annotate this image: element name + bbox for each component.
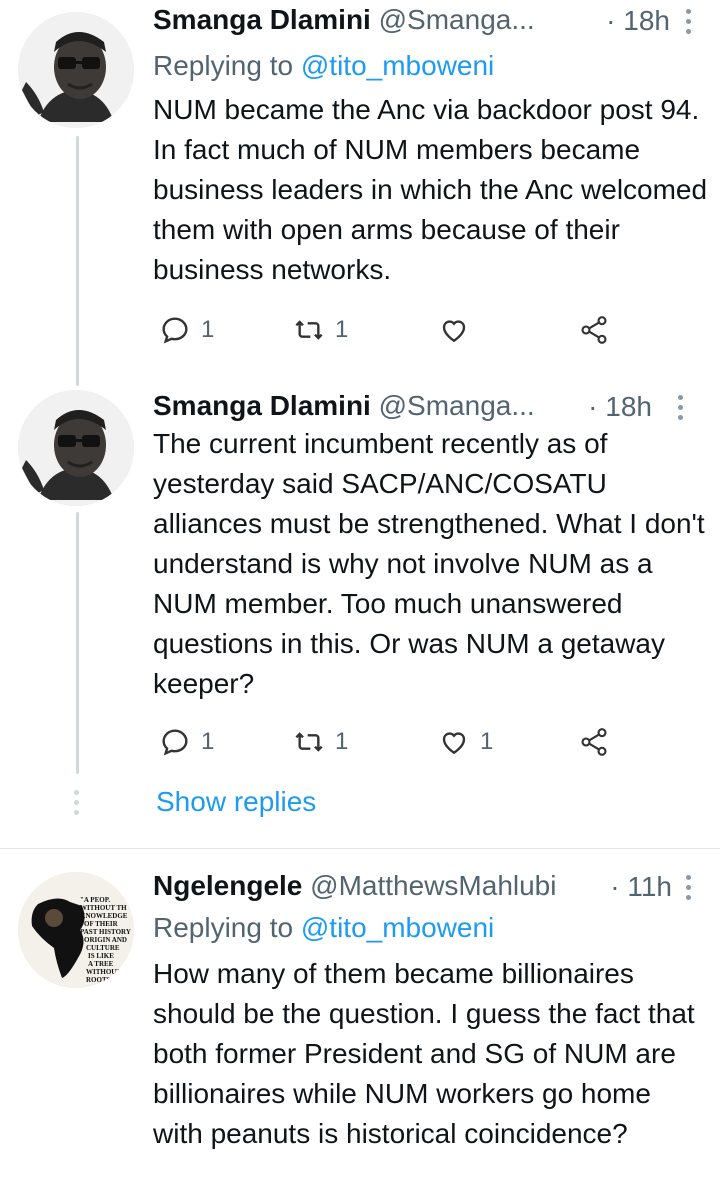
replying-to: Replying to @tito_mboweni	[153, 908, 494, 948]
share-icon	[581, 316, 607, 344]
show-replies-link[interactable]: Show replies	[156, 786, 316, 818]
avatar-africa-quote-image: "A PEOP. WITHOUT TH KNOWLEDGE OF THEIR P…	[18, 872, 134, 988]
author-handle[interactable]: @Smanga...	[379, 390, 535, 421]
avatar-portrait-image	[18, 12, 134, 128]
tweet-2[interactable]: Smanga Dlamini @Smanga... · 18h The curr…	[0, 386, 720, 826]
svg-text:WITHOUT: WITHOUT	[86, 968, 121, 976]
svg-text:ORIGIN AND: ORIGIN AND	[84, 936, 127, 944]
svg-text:KNOWLEDGE: KNOWLEDGE	[80, 912, 128, 920]
author-handle[interactable]: @MatthewsMahlubi	[310, 870, 556, 901]
tweet-text: How many of them became billionaires sho…	[153, 958, 695, 1149]
avatar-smanga[interactable]	[18, 390, 134, 506]
thread-line	[76, 136, 79, 386]
author-name[interactable]: Smanga Dlamini	[153, 4, 371, 35]
retweet-button[interactable]: 1	[293, 720, 348, 764]
reply-button[interactable]: 1	[159, 720, 214, 764]
tweet-actions: 1 1	[153, 308, 633, 352]
tweet-text: NUM became the Anc via backdoor post 94.…	[153, 94, 708, 285]
reply-count: 1	[201, 316, 215, 343]
replying-to-label: Replying to	[153, 50, 301, 81]
like-icon	[442, 320, 466, 343]
tweet-text: The current incumbent recently as of yes…	[153, 428, 705, 699]
avatar-smanga[interactable]	[18, 12, 134, 128]
like-button[interactable]: 1	[438, 720, 493, 764]
retweet-count: 1	[335, 316, 349, 343]
svg-text:CULTURE: CULTURE	[86, 944, 120, 952]
retweet-button[interactable]: 1	[293, 308, 348, 352]
thread-line	[76, 512, 79, 774]
more-icon[interactable]	[678, 395, 686, 425]
more-icon[interactable]	[686, 875, 694, 905]
svg-text:OF THEIR: OF THEIR	[84, 920, 119, 928]
author-name[interactable]: Ngelengele	[153, 870, 302, 901]
svg-text:"A PEOP.: "A PEOP.	[80, 896, 110, 904]
reply-button[interactable]: 1	[159, 308, 214, 352]
replying-to-link[interactable]: @tito_mboweni	[301, 50, 494, 81]
author-handle[interactable]: @Smanga...	[379, 4, 535, 35]
tweet-separator	[0, 848, 720, 849]
svg-text:A TREE: A TREE	[88, 960, 114, 968]
share-button[interactable]	[578, 308, 610, 352]
like-icon	[442, 732, 466, 755]
reply-count: 1	[201, 728, 215, 755]
reply-icon	[162, 317, 188, 344]
retweet-icon	[295, 320, 323, 340]
author-name[interactable]: Smanga Dlamini	[153, 390, 371, 421]
svg-text:WITHOUT TH: WITHOUT TH	[80, 904, 127, 912]
share-icon	[581, 728, 607, 756]
retweet-icon	[295, 732, 323, 752]
reply-icon	[162, 729, 188, 756]
retweet-count: 1	[335, 728, 349, 755]
like-count: 1	[480, 728, 494, 755]
share-button[interactable]	[578, 720, 610, 764]
tweet-1[interactable]: Smanga Dlamini @Smanga... · 18h Replying…	[0, 0, 720, 386]
avatar-portrait-image	[18, 390, 134, 506]
like-button[interactable]	[438, 308, 480, 352]
more-icon[interactable]	[686, 9, 694, 39]
tweet-time[interactable]: · 11h	[610, 867, 672, 907]
svg-text:IS LIKE: IS LIKE	[88, 952, 114, 960]
svg-text:PAST HISTORY: PAST HISTORY	[80, 928, 131, 936]
replying-to-label: Replying to	[153, 912, 301, 943]
replying-to-link[interactable]: @tito_mboweni	[301, 912, 494, 943]
tweet-actions: 1 1 1	[153, 720, 633, 764]
tweet-3[interactable]: "A PEOP. WITHOUT TH KNOWLEDGE OF THEIR P…	[0, 866, 720, 1194]
tweet-time[interactable]: · 18h	[588, 387, 652, 427]
avatar-ngelengele[interactable]: "A PEOP. WITHOUT TH KNOWLEDGE OF THEIR P…	[18, 872, 134, 988]
svg-text:ROOTS": ROOTS"	[86, 976, 115, 984]
replying-to: Replying to @tito_mboweni	[153, 46, 494, 86]
tweet-time[interactable]: · 18h	[606, 1, 670, 41]
thread-dots	[74, 790, 80, 820]
